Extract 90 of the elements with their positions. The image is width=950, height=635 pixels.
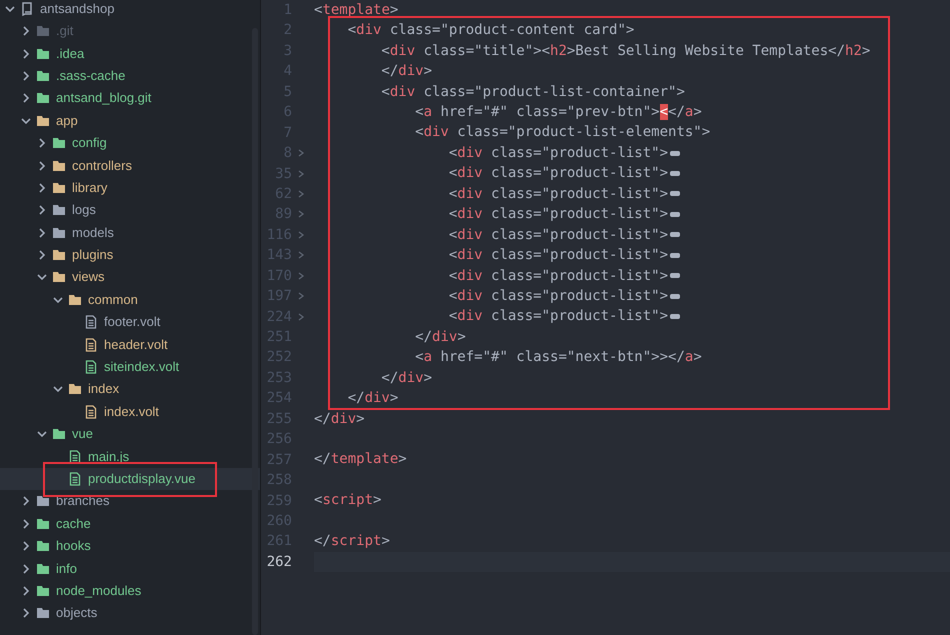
- folder-name[interactable]: branches: [56, 493, 110, 510]
- folder-icon: [52, 203, 66, 218]
- folder-name[interactable]: plugins: [72, 247, 114, 264]
- folder-icon: [36, 584, 50, 598]
- folder-name[interactable]: config: [72, 135, 107, 152]
- folder-name[interactable]: controllers: [72, 158, 132, 174]
- document-icon: [84, 360, 98, 374]
- folder-name[interactable]: objects: [56, 605, 98, 622]
- folder-icon: [52, 226, 66, 240]
- book-icon: [20, 2, 34, 16]
- code-line: <div class="product-list-elements">: [414, 123, 710, 142]
- folder-name[interactable]: library: [72, 180, 108, 196]
- file-name[interactable]: siteindex.volt: [104, 359, 180, 376]
- line-number: 262: [266, 554, 292, 570]
- file-name[interactable]: main.js: [88, 448, 130, 465]
- folder-name[interactable]: app: [56, 112, 78, 129]
- document-icon: [68, 472, 82, 486]
- folded-code-icon[interactable]: [670, 171, 680, 176]
- folder-icon: [36, 494, 50, 508]
- folder-name[interactable]: info: [56, 560, 77, 577]
- code-line: </div>: [346, 389, 398, 408]
- file-name[interactable]: footer.volt: [104, 314, 160, 330]
- code-line: <div class="product-list">: [448, 226, 668, 245]
- folder-name[interactable]: logs: [72, 202, 96, 218]
- folded-code-icon[interactable]: [670, 232, 680, 238]
- code-line: <div class="product-list-container">: [380, 82, 685, 102]
- folded-code-icon[interactable]: [670, 212, 680, 217]
- code-line: </template>: [314, 450, 407, 470]
- folder-name[interactable]: antsandshop: [40, 1, 114, 17]
- code-line: <div class="product-list">: [448, 286, 668, 306]
- code-line: <div class="product-list">: [448, 184, 668, 204]
- folder-icon: [36, 91, 50, 106]
- folder-icon: [52, 427, 66, 442]
- selected-row[interactable]: productdisplay.vue: [0, 468, 260, 490]
- folded-code-icon[interactable]: [670, 294, 680, 299]
- folder-name[interactable]: antsand_blog.git: [56, 90, 152, 106]
- code-line: <div class="product-content card">: [346, 21, 634, 40]
- code-line: <div class="product-list">: [448, 266, 668, 286]
- document-icon: [84, 315, 98, 330]
- document-icon: [84, 404, 98, 419]
- folder-icon: [52, 136, 66, 150]
- code-line: <div class="product-list">: [448, 307, 668, 326]
- file-name[interactable]: productdisplay.vue: [88, 471, 196, 487]
- code-line: <script>: [314, 491, 382, 510]
- code-line: </div>: [380, 62, 432, 82]
- folder-name[interactable]: .idea: [56, 46, 84, 62]
- folder-name[interactable]: hooks: [56, 538, 91, 554]
- folder-icon: [36, 606, 50, 620]
- folder-name[interactable]: views: [72, 269, 105, 286]
- folded-code-icon[interactable]: [670, 314, 680, 320]
- folded-code-icon[interactable]: [670, 150, 680, 156]
- code-line: <div class="product-list">: [448, 164, 668, 184]
- file-name[interactable]: index.volt: [104, 404, 159, 420]
- folder-icon: [36, 68, 50, 83]
- folded-code-icon[interactable]: [670, 273, 680, 278]
- code-line: </div>: [380, 368, 432, 388]
- folder-icon: [36, 24, 50, 38]
- code-line: </div>: [414, 328, 466, 347]
- code-line: <div class="product-list">: [448, 205, 668, 224]
- code-line: </div>: [314, 410, 365, 429]
- folder-name[interactable]: .sass-cache: [56, 68, 126, 84]
- folder-icon: [36, 562, 50, 576]
- folder-icon: [36, 516, 50, 531]
- code-line: <div class="title"><h2>Best Selling Website Templates</h2>: [380, 42, 870, 61]
- folder-icon: [52, 180, 66, 195]
- folder-icon: [68, 382, 82, 396]
- folded-code-icon[interactable]: [670, 252, 680, 258]
- folder-name[interactable]: index: [88, 381, 120, 398]
- code-line: </script>: [314, 532, 390, 552]
- document-icon: [84, 338, 98, 352]
- document-icon: [68, 450, 82, 464]
- folder-icon: [52, 270, 66, 284]
- folder-name[interactable]: node_modules: [56, 582, 142, 599]
- folder-icon: [68, 292, 82, 307]
- folder-icon: [52, 158, 66, 173]
- folder-name[interactable]: common: [88, 292, 138, 308]
- folder-name[interactable]: cache: [56, 516, 91, 532]
- file-name[interactable]: header.volt: [104, 336, 168, 353]
- code-line: <a href="#" class="next-btn">></a>: [414, 348, 702, 368]
- folder-name[interactable]: models: [72, 224, 114, 241]
- folded-code-icon[interactable]: [670, 191, 680, 196]
- folder-icon: [36, 539, 50, 554]
- code-line: <template>: [314, 0, 398, 20]
- folder-name[interactable]: vue: [72, 426, 93, 442]
- folder-icon: [52, 248, 66, 262]
- code-line: <div class="product-list">: [448, 144, 668, 163]
- folder-icon: [36, 46, 50, 61]
- code-line: <div class="product-list">: [448, 246, 668, 266]
- code-line: <a href="#" class="prev-btn"><</a>: [414, 103, 702, 122]
- folder-icon: [36, 114, 50, 128]
